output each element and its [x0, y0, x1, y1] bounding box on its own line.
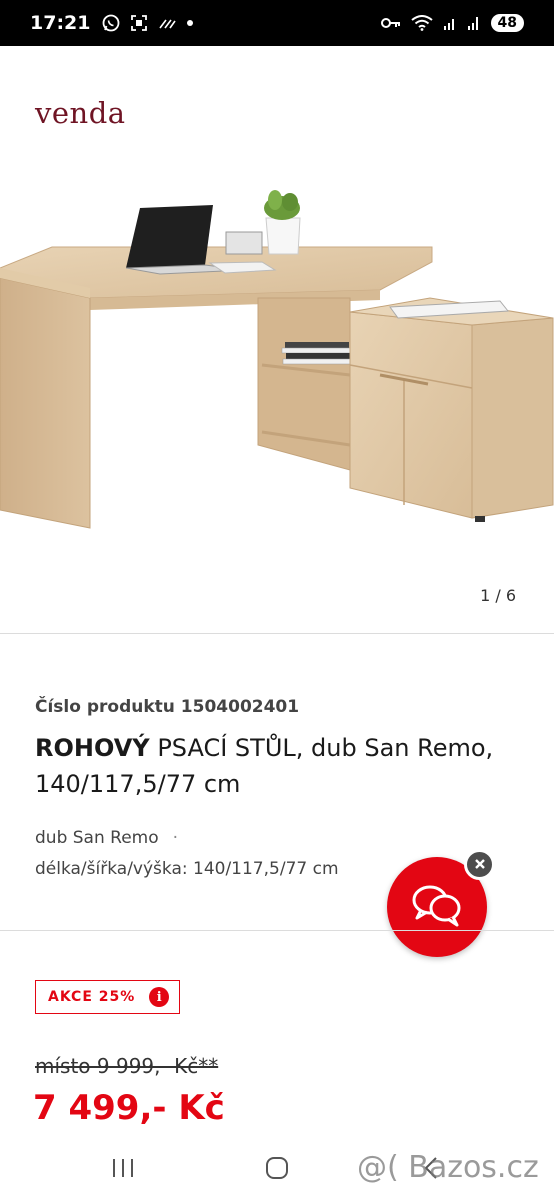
screenshot-icon — [130, 14, 148, 32]
gallery-pager: 1 / 6 — [480, 586, 516, 605]
product-title-bold: ROHOVÝ — [35, 734, 150, 762]
chat-close-button[interactable] — [464, 849, 495, 880]
key-icon — [380, 17, 401, 29]
product-image[interactable] — [0, 170, 554, 570]
whatsapp-icon — [102, 14, 120, 32]
divider — [0, 930, 554, 931]
sale-badge[interactable]: AKCE 25% i — [35, 980, 180, 1014]
signal-bars-icon — [158, 16, 177, 30]
recent-apps-icon[interactable] — [111, 1157, 135, 1183]
attribute-dimensions: délka/šířka/výška: 140/117,5/77 cm — [35, 859, 339, 879]
old-price: místo 9 999,- Kč** — [35, 1054, 219, 1078]
cell-signal-icon — [467, 15, 481, 31]
product-number: Číslo produktu 1504002401 — [35, 697, 300, 717]
info-icon[interactable]: i — [149, 987, 170, 1007]
brand-logo[interactable]: venda — [35, 96, 126, 130]
attribute-color-value: dub San Remo — [35, 828, 159, 848]
wifi-icon — [410, 15, 433, 31]
status-icons-right: 48 — [380, 14, 524, 32]
divider — [0, 633, 554, 634]
status-time: 17:21 — [30, 12, 91, 34]
dot-icon — [186, 19, 194, 27]
watermark: @( Bazos.cz — [357, 1150, 539, 1185]
product-title: ROHOVÝ PSACÍ STŮL, dub San Remo, 140/117… — [35, 730, 505, 802]
desk-illustration — [0, 190, 554, 529]
status-bar: 17:21 48 — [0, 0, 554, 46]
home-icon[interactable] — [265, 1156, 289, 1184]
status-icons-left — [102, 14, 194, 32]
cell-signal-icon — [443, 15, 457, 31]
attribute-color: dub San Remo · — [35, 828, 178, 848]
attribute-separator: · — [172, 828, 179, 848]
chat-bubbles-icon — [409, 880, 465, 934]
current-price: 7 499,- Kč — [33, 1088, 225, 1128]
battery-indicator: 48 — [490, 14, 524, 32]
close-icon — [474, 855, 486, 874]
sale-badge-label: AKCE 25% — [48, 989, 136, 1005]
